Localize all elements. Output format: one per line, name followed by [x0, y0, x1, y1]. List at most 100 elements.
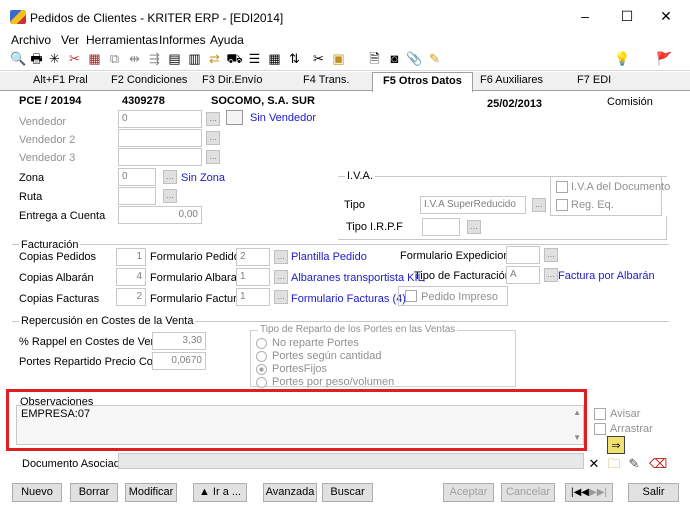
document-icon[interactable]: 🗎	[366, 51, 383, 67]
vendedor-field[interactable]: 0	[118, 110, 202, 128]
form-albaranes-field[interactable]: 1	[236, 268, 270, 286]
attach-icon[interactable]: 📎	[406, 51, 423, 67]
form-facturas-lookup-button[interactable]: ...	[274, 290, 288, 304]
form-pedidos-field[interactable]: 2	[236, 248, 270, 266]
vendedor2-field[interactable]	[118, 129, 202, 147]
prev-record-icon[interactable]: ◀	[581, 487, 589, 498]
print-icon[interactable]: 🖶	[28, 51, 45, 67]
table-icon[interactable]: ▦	[266, 51, 283, 67]
pin-icon[interactable]: ✎	[426, 51, 443, 67]
plantilla-pedido-link[interactable]: Plantilla Pedido	[291, 251, 367, 263]
ruta-field[interactable]	[118, 187, 156, 205]
formulario-facturas-link[interactable]: Formulario Facturas (4)	[291, 293, 406, 305]
close-button[interactable]: ✕	[651, 6, 681, 26]
open-folder-icon[interactable]: 🗀	[605, 455, 623, 473]
irpf-field[interactable]	[422, 218, 460, 236]
iva-documento-checkbox[interactable]	[556, 181, 568, 193]
rappel-field[interactable]: 3,30	[152, 332, 206, 350]
tipo-facturacion-field[interactable]: A	[506, 266, 540, 284]
tab-dir-envio[interactable]: F3 Dir.Envío	[202, 74, 263, 86]
exit-icon[interactable]: 🚩	[656, 51, 673, 67]
preview-icon[interactable]: 🔍	[10, 51, 27, 67]
tipo-facturacion-lookup-button[interactable]: ...	[544, 268, 558, 282]
portes-field[interactable]: 0,0670	[152, 352, 206, 370]
arrastrar-checkbox[interactable]	[594, 423, 606, 435]
form-albaranes-lookup-button[interactable]: ...	[274, 270, 288, 284]
vendedor-lookup-button[interactable]: ...	[206, 112, 220, 126]
vendedor3-field[interactable]	[118, 148, 202, 166]
tree-icon[interactable]: ⇶	[146, 51, 163, 67]
zona-field[interactable]: 0	[118, 168, 156, 186]
grid-icon[interactable]: ▤	[166, 51, 183, 67]
copias-facturas-field[interactable]: 2	[116, 288, 146, 306]
transfer-icon[interactable]: ⇄	[206, 51, 223, 67]
borrar-button[interactable]: Borrar	[70, 483, 118, 502]
observaciones-textarea[interactable]: EMPRESA:07 ▲ ▼	[16, 405, 584, 445]
ruta-lookup-button[interactable]: ...	[163, 189, 177, 203]
vendedor-detail-icon[interactable]	[226, 110, 243, 125]
tab-auxiliares[interactable]: F6 Auxiliares	[480, 74, 543, 86]
sort-icon[interactable]: ⇅	[286, 51, 303, 67]
sparkle-icon[interactable]: ✳	[46, 51, 63, 67]
doc-asociado-field[interactable]	[118, 453, 584, 469]
ir-a-button[interactable]: ▲ Ir a ...	[193, 483, 247, 502]
irpf-lookup-button[interactable]: ...	[467, 220, 481, 234]
cut-icon[interactable]: ✂	[310, 51, 327, 67]
list-icon[interactable]: ☰	[246, 51, 263, 67]
delete-icon[interactable]: ✕	[585, 455, 603, 473]
tools-icon[interactable]: ✂	[66, 51, 83, 67]
maximize-button[interactable]: ☐	[612, 6, 642, 26]
copias-albaran-field[interactable]: 4	[116, 268, 146, 286]
radio-portes-peso[interactable]	[256, 377, 267, 388]
nuevo-button[interactable]: Nuevo	[12, 483, 62, 502]
zona-lookup-button[interactable]: ...	[163, 170, 177, 184]
sin-zona-link[interactable]: Sin Zona	[181, 172, 225, 184]
minimize-button[interactable]: –	[570, 6, 600, 26]
tab-pral[interactable]: Alt+F1 Pral	[33, 74, 88, 86]
radio-no-reparte[interactable]	[256, 338, 267, 349]
form-pedidos-lookup-button[interactable]: ...	[274, 250, 288, 264]
tipo-iva-field[interactable]: I.V.A SuperReducido	[420, 196, 526, 214]
scroll-down-icon[interactable]: ▼	[573, 433, 581, 442]
last-record-icon[interactable]: ▶|	[597, 487, 607, 498]
radio-portes-fijos[interactable]	[256, 364, 267, 375]
modificar-button[interactable]: Modificar	[125, 483, 177, 502]
truck-icon[interactable]: ⛟	[226, 51, 243, 67]
form-facturas-field[interactable]: 1	[236, 288, 270, 306]
entrega-field[interactable]: 0,00	[118, 206, 202, 224]
paste-icon[interactable]: ▣	[330, 51, 347, 67]
scroll-up-icon[interactable]: ▲	[573, 408, 581, 417]
tab-trans[interactable]: F4 Trans.	[303, 74, 349, 86]
report-icon[interactable]: ▦	[86, 51, 103, 67]
pedido-impreso-checkbox[interactable]	[405, 290, 417, 302]
menu-archivo[interactable]: Archivo	[11, 33, 51, 47]
copy-icon[interactable]: ⧉	[106, 51, 123, 67]
tab-edi[interactable]: F7 EDI	[577, 74, 611, 86]
calc-icon[interactable]: ▥	[186, 51, 203, 67]
form-expediciones-lookup-button[interactable]: ...	[544, 248, 558, 262]
menu-ver[interactable]: Ver	[61, 33, 79, 47]
vendedor3-lookup-button[interactable]: ...	[206, 150, 220, 164]
buscar-button[interactable]: Buscar	[322, 483, 373, 502]
sin-vendedor-link[interactable]: Sin Vendedor	[250, 112, 316, 124]
tipo-iva-lookup-button[interactable]: ...	[532, 198, 546, 212]
reg-eq-checkbox[interactable]	[556, 199, 568, 211]
split-icon[interactable]: ⇹	[126, 51, 143, 67]
salir-button[interactable]: Salir	[628, 483, 679, 502]
avisar-checkbox[interactable]	[594, 408, 606, 420]
attach-doc-icon[interactable]: ✎	[625, 455, 643, 473]
factura-albaran-link[interactable]: Factura por Albarán	[558, 270, 655, 282]
record-navigator[interactable]: |◀◀▶▶|	[565, 483, 613, 502]
vendedor2-lookup-button[interactable]: ...	[206, 131, 220, 145]
form-expediciones-field[interactable]	[506, 246, 540, 264]
cancelar-button[interactable]: Cancelar	[501, 483, 555, 502]
radio-portes-cantidad[interactable]	[256, 351, 267, 362]
menu-ayuda[interactable]: Ayuda	[210, 33, 244, 47]
menu-informes[interactable]: Informes	[159, 33, 206, 47]
avanzada-button[interactable]: Avanzada	[263, 483, 317, 502]
action-arrow-icon[interactable]: ⇒	[607, 436, 625, 454]
aceptar-button[interactable]: Aceptar	[443, 483, 494, 502]
camera-icon[interactable]: ◙	[386, 51, 403, 67]
copias-pedidos-field[interactable]: 1	[116, 248, 146, 266]
tab-condiciones[interactable]: F2 Condiciones	[111, 74, 187, 86]
